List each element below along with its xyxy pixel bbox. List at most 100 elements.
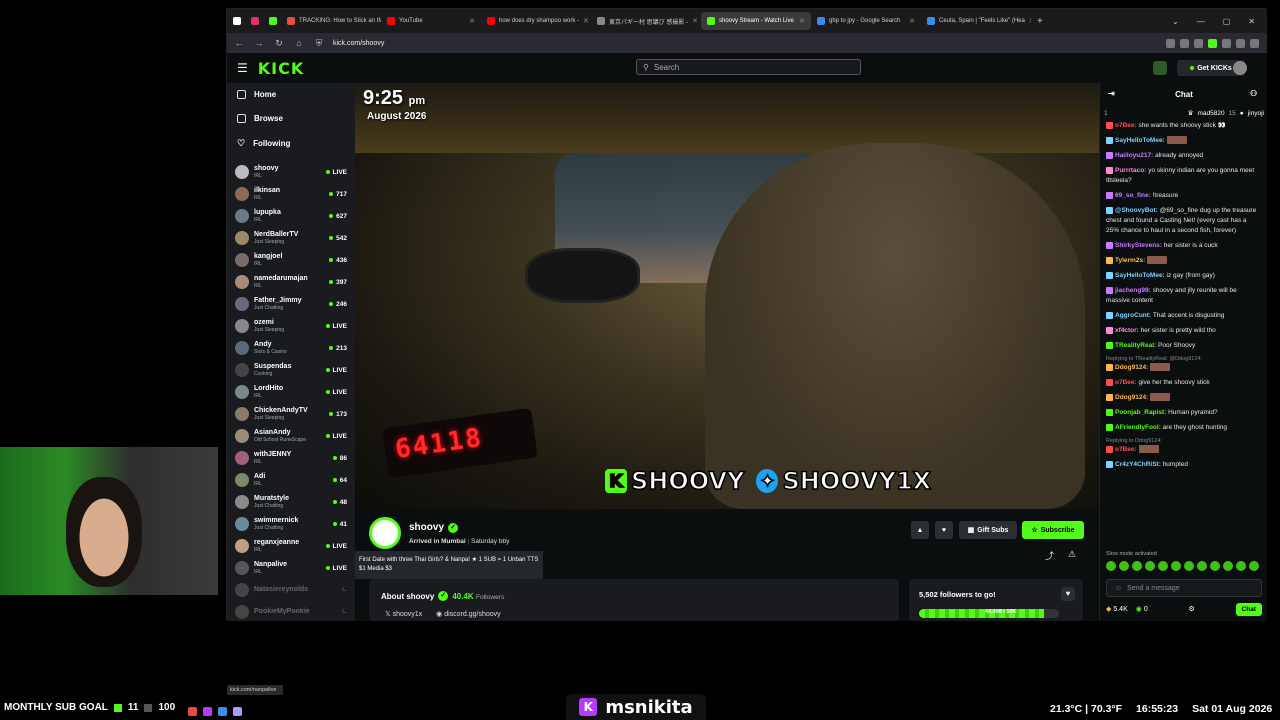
browser-tab[interactable] (263, 12, 281, 30)
chat-username[interactable]: Purrrtaco: (1115, 167, 1146, 174)
sidebar-channel[interactable]: PookieMyPookie ⏾ (235, 601, 347, 623)
chat-username[interactable]: AggroCunt: (1115, 312, 1151, 319)
extension-icon[interactable] (1180, 38, 1189, 48)
nav-following[interactable]: ♡ Following (237, 138, 290, 149)
close-window-icon[interactable]: ✕ (1248, 17, 1255, 26)
heart-icon[interactable]: ♥ (1061, 587, 1075, 601)
emote-icon[interactable] (1197, 561, 1207, 571)
chat-username[interactable]: o7Bee: (1115, 446, 1137, 453)
sidebar-channel[interactable]: swimmernick Just Chatting 41 (235, 513, 347, 535)
gifter-1-name[interactable]: mad5820 (1197, 110, 1224, 117)
sidebar-channel[interactable]: NerdBallerTV Just Sleeping 542 (235, 227, 347, 249)
emote-icon[interactable] (1132, 561, 1142, 571)
browser-tab[interactable]: how does dry shampoo work - ✕ (481, 12, 591, 30)
emote-icon[interactable] (1145, 561, 1155, 571)
chevron-down-icon[interactable]: ⌄ (1172, 17, 1179, 26)
sidebar-channel[interactable]: Adi IRL 64 (235, 469, 347, 491)
settings-icon[interactable]: ⚙ (1188, 605, 1194, 613)
chat-input[interactable]: ☺ Send a message (1106, 579, 1262, 597)
chat-username[interactable]: Ddog9124: (1115, 394, 1148, 401)
chat-username[interactable]: Tylerm2s: (1115, 257, 1145, 264)
sidebar-channel[interactable]: reganxjeanne IRL LIVE (235, 535, 347, 557)
download-icon[interactable] (1208, 38, 1217, 48)
subscribe-button[interactable]: ☆ Subscribe (1022, 521, 1084, 539)
close-icon[interactable]: ✕ (469, 17, 475, 25)
chat-username[interactable]: ShirkyStevens: (1115, 242, 1162, 249)
share-icon[interactable]: ⤴ (1045, 549, 1054, 562)
follow-heart-icon[interactable]: ♥ (935, 521, 953, 539)
chat-username[interactable]: Ddog9124: (1115, 364, 1148, 371)
extension-icon[interactable] (1166, 38, 1175, 48)
star-icon[interactable] (1194, 38, 1203, 48)
report-icon[interactable]: ⚠ (1068, 549, 1076, 560)
sidebar-channel[interactable]: Muratstyle Just Chatting 48 (235, 491, 347, 513)
nav-home[interactable]: Home (237, 90, 276, 99)
browser-tab[interactable]: YouTube ✕ (381, 12, 481, 30)
sidebar-channel[interactable]: Nanpalive IRL LIVE (235, 557, 347, 579)
sidebar-channel[interactable]: AsianAndy Old School RuneScape LIVE (235, 425, 347, 447)
chat-username[interactable]: SayHelloToMee: (1115, 272, 1165, 279)
nav-browse[interactable]: Browse (237, 114, 283, 123)
chat-username[interactable]: o7Bee: (1115, 122, 1137, 129)
chat-username[interactable]: Haiiloyu217: (1115, 152, 1153, 159)
browser-tab[interactable] (227, 12, 245, 30)
browser-tab[interactable]: Ceuta, Spain | "Feels Like" (Hea ✕ (921, 12, 1031, 30)
forward-icon[interactable]: → (253, 38, 265, 48)
menu-icon[interactable] (1250, 38, 1259, 48)
back-icon[interactable]: ← (233, 38, 245, 48)
emote-icon[interactable] (1171, 561, 1181, 571)
extension-icon[interactable] (1236, 38, 1245, 48)
app-icon[interactable] (218, 707, 227, 716)
emote-icon[interactable] (1106, 561, 1116, 571)
shield-icon[interactable]: ⛨ (313, 38, 325, 49)
browser-tab[interactable]: shoovy Stream - Watch Live ✕ (701, 12, 811, 30)
emote-icon[interactable] (1184, 561, 1194, 571)
gifter-2-name[interactable]: jinyoji (1248, 110, 1264, 117)
collapse-chat-icon[interactable]: ⇥ (1108, 89, 1115, 98)
sidebar-channel[interactable]: ChickenAndyTV Just Sleeping 173 (235, 403, 347, 425)
sidebar-channel[interactable]: ozemi Just Sleeping LIVE (235, 315, 347, 337)
browser-tab[interactable] (245, 12, 263, 30)
emote-icon[interactable]: ☺ (1115, 585, 1122, 592)
browser-tab[interactable]: 東京パギー村 思議び 感撮影 - ✕ (591, 12, 701, 30)
emote-icon[interactable] (1119, 561, 1129, 571)
url-field[interactable]: kick.com/shoovy (333, 40, 384, 47)
app-icon[interactable] (233, 707, 242, 716)
close-icon[interactable]: ✕ (1029, 17, 1031, 25)
emote-icon[interactable] (1249, 561, 1259, 571)
channel-avatar[interactable] (369, 517, 401, 549)
sidebar-channel[interactable]: Suspendas Cooking LIVE (235, 359, 347, 381)
sidebar-channel[interactable]: namedarumajan IRL 397 (235, 271, 347, 293)
kicks-icon[interactable] (1153, 61, 1167, 75)
reload-icon[interactable]: ↻ (273, 38, 285, 49)
browser-tab[interactable]: TRACKING: How to Stick an IM...✕ (281, 12, 381, 30)
app-icon[interactable] (188, 707, 197, 716)
chat-username[interactable]: SayHelloToMee: (1115, 137, 1165, 144)
hamburger-menu-icon[interactable]: ☰ (237, 61, 248, 75)
sidebar-channel[interactable]: Natasiereynolds ⏾ (235, 579, 347, 601)
chat-username[interactable]: jiacheng99: (1115, 287, 1151, 294)
sidebar-channel[interactable]: LordHito IRL LIVE (235, 381, 347, 403)
kick-logo[interactable]: KICK (258, 59, 305, 78)
chat-send-button[interactable]: Chat (1235, 602, 1262, 616)
video-player[interactable]: 64118 9:25 pm August 2026 K SHOOVY ✦ SHO… (355, 83, 1099, 509)
chat-username[interactable]: xf4ctor: (1115, 327, 1139, 334)
browser-tab[interactable]: gbp to jpy - Google Search ✕ (811, 12, 921, 30)
discord-link[interactable]: ◉ discord.gg/shoovy (436, 610, 500, 618)
channel-name[interactable]: shoovy ✓ (409, 522, 459, 533)
search-input[interactable]: ⚲ Search (636, 59, 861, 75)
chat-username[interactable]: AFriendlyFool: (1115, 424, 1161, 431)
close-icon[interactable]: ✕ (799, 17, 805, 25)
app-icon[interactable] (203, 707, 212, 716)
chat-username[interactable]: Cr4zY4ChRiSt: (1115, 461, 1161, 468)
new-tab-icon[interactable]: + (1037, 16, 1043, 27)
chat-username[interactable]: Poonjab_Rapist: (1115, 409, 1166, 416)
notification-bell-icon[interactable]: ▲ (911, 521, 929, 539)
sidebar-channel[interactable]: withJENNY IRL 86 (235, 447, 347, 469)
home-icon[interactable]: ⌂ (293, 38, 305, 48)
sidebar-channel[interactable]: shoovy IRL LIVE (235, 161, 347, 183)
emote-icon[interactable] (1223, 561, 1233, 571)
maximize-icon[interactable]: ▢ (1223, 17, 1231, 26)
emote-icon[interactable] (1158, 561, 1168, 571)
user-avatar[interactable] (1233, 61, 1247, 75)
